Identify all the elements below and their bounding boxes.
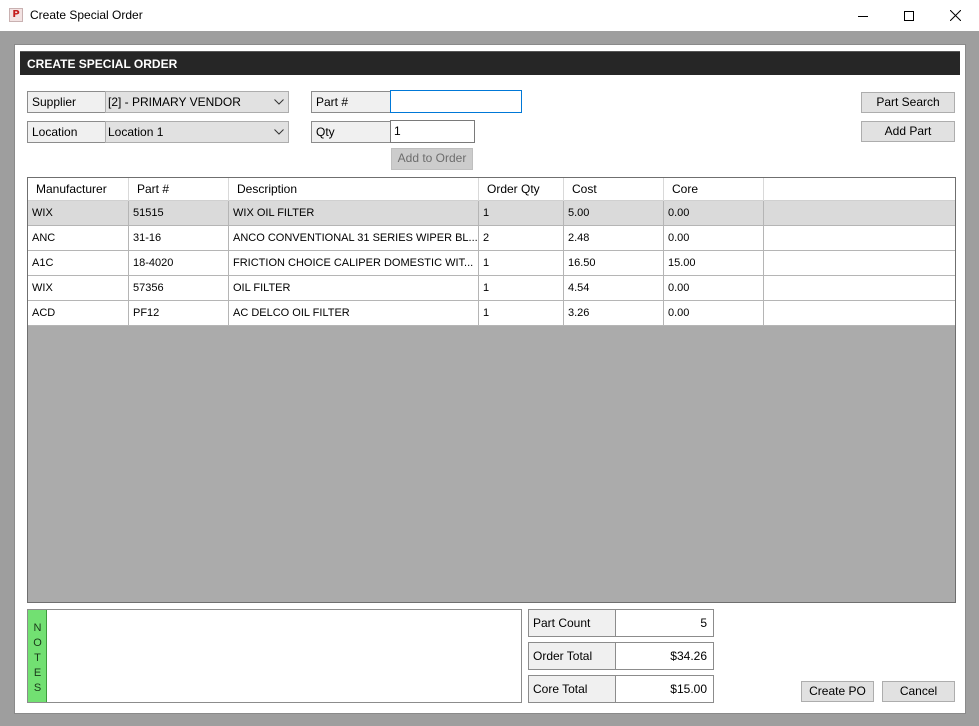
cell-qty: 1 (479, 251, 564, 275)
core-total-label: Core Total (528, 675, 616, 703)
cell-part: 57356 (129, 276, 229, 300)
chevron-down-icon (274, 129, 284, 135)
panel-header: CREATE SPECIAL ORDER (20, 51, 960, 75)
cell-part: PF12 (129, 301, 229, 325)
cell-description: AC DELCO OIL FILTER (229, 301, 479, 325)
notes-tab-letter: T (34, 652, 41, 664)
column-header-cost[interactable]: Cost (564, 178, 664, 201)
cell-cost: 16.50 (564, 251, 664, 275)
part-number-input[interactable] (390, 90, 522, 113)
cancel-button[interactable]: Cancel (882, 681, 955, 702)
minimize-icon (858, 15, 868, 17)
cell-description: FRICTION CHOICE CALIPER DOMESTIC WIT... (229, 251, 479, 275)
notes-textarea[interactable] (48, 610, 521, 702)
title-bar: P Create Special Order (0, 0, 979, 31)
maximize-button[interactable] (886, 0, 932, 31)
location-value: Location 1 (108, 125, 164, 139)
app-icon: P (9, 8, 23, 22)
add-to-order-button[interactable]: Add to Order (391, 148, 473, 170)
cell-cost: 4.54 (564, 276, 664, 300)
cell-part: 31-16 (129, 226, 229, 250)
grid-header: Manufacturer Part # Description Order Qt… (28, 178, 955, 201)
cell-manufacturer: ANC (28, 226, 129, 250)
part-search-button[interactable]: Part Search (861, 92, 955, 113)
part-count-label: Part Count (528, 609, 616, 637)
cell-cost: 5.00 (564, 201, 664, 225)
cell-core: 15.00 (664, 251, 764, 275)
part-number-label: Part # (311, 91, 391, 113)
supplier-select[interactable]: [2] - PRIMARY VENDOR (105, 91, 289, 113)
cell-manufacturer: WIX (28, 201, 129, 225)
notes-tab-letter: O (33, 637, 42, 649)
cell-qty: 2 (479, 226, 564, 250)
column-header-manufacturer[interactable]: Manufacturer (28, 178, 129, 201)
cell-qty: 1 (479, 201, 564, 225)
notes-tab-letter: N (33, 622, 42, 634)
supplier-label: Supplier (27, 91, 106, 113)
cell-part: 18-4020 (129, 251, 229, 275)
cell-cost: 3.26 (564, 301, 664, 325)
window-title: Create Special Order (30, 8, 143, 22)
add-part-button[interactable]: Add Part (861, 121, 955, 142)
column-header-order-qty[interactable]: Order Qty (479, 178, 564, 201)
order-lines-grid: Manufacturer Part # Description Order Qt… (27, 177, 956, 603)
supplier-value: [2] - PRIMARY VENDOR (108, 95, 241, 109)
cell-part: 51515 (129, 201, 229, 225)
order-total-value: $34.26 (615, 642, 714, 670)
core-total-value: $15.00 (615, 675, 714, 703)
create-po-button[interactable]: Create PO (801, 681, 874, 702)
table-row[interactable]: ANC 31-16 ANCO CONVENTIONAL 31 SERIES WI… (28, 226, 955, 251)
cell-description: OIL FILTER (229, 276, 479, 300)
cell-manufacturer: WIX (28, 276, 129, 300)
table-row[interactable]: A1C 18-4020 FRICTION CHOICE CALIPER DOME… (28, 251, 955, 276)
qty-input[interactable]: 1 (390, 120, 475, 143)
table-row[interactable]: WIX 51515 WIX OIL FILTER 1 5.00 0.00 (28, 201, 955, 226)
qty-label: Qty (311, 121, 391, 143)
cell-qty: 1 (479, 276, 564, 300)
cell-cost: 2.48 (564, 226, 664, 250)
notes-tab-letter: E (33, 667, 42, 679)
close-icon (949, 10, 961, 21)
notes-panel: N O T E S (27, 609, 522, 703)
cell-qty: 1 (479, 301, 564, 325)
cell-description: WIX OIL FILTER (229, 201, 479, 225)
table-row[interactable]: WIX 57356 OIL FILTER 1 4.54 0.00 (28, 276, 955, 301)
cell-core: 0.00 (664, 301, 764, 325)
location-label: Location (27, 121, 106, 143)
column-header-core[interactable]: Core (664, 178, 764, 201)
order-total-label: Order Total (528, 642, 616, 670)
panel-header-title: CREATE SPECIAL ORDER (27, 57, 178, 71)
cell-core: 0.00 (664, 201, 764, 225)
cell-core: 0.00 (664, 226, 764, 250)
maximize-icon (904, 10, 914, 21)
part-count-value: 5 (615, 609, 714, 637)
column-header-description[interactable]: Description (229, 178, 479, 201)
chevron-down-icon (274, 99, 284, 105)
table-row[interactable]: ACD PF12 AC DELCO OIL FILTER 1 3.26 0.00 (28, 301, 955, 326)
cell-manufacturer: A1C (28, 251, 129, 275)
minimize-button[interactable] (840, 0, 886, 31)
column-header-part[interactable]: Part # (129, 178, 229, 201)
notes-tab: N O T E S (28, 610, 47, 702)
cell-manufacturer: ACD (28, 301, 129, 325)
notes-tab-letter: S (33, 682, 42, 694)
location-select[interactable]: Location 1 (105, 121, 289, 143)
close-button[interactable] (932, 0, 978, 31)
cell-description: ANCO CONVENTIONAL 31 SERIES WIPER BL... (229, 226, 479, 250)
cell-core: 0.00 (664, 276, 764, 300)
